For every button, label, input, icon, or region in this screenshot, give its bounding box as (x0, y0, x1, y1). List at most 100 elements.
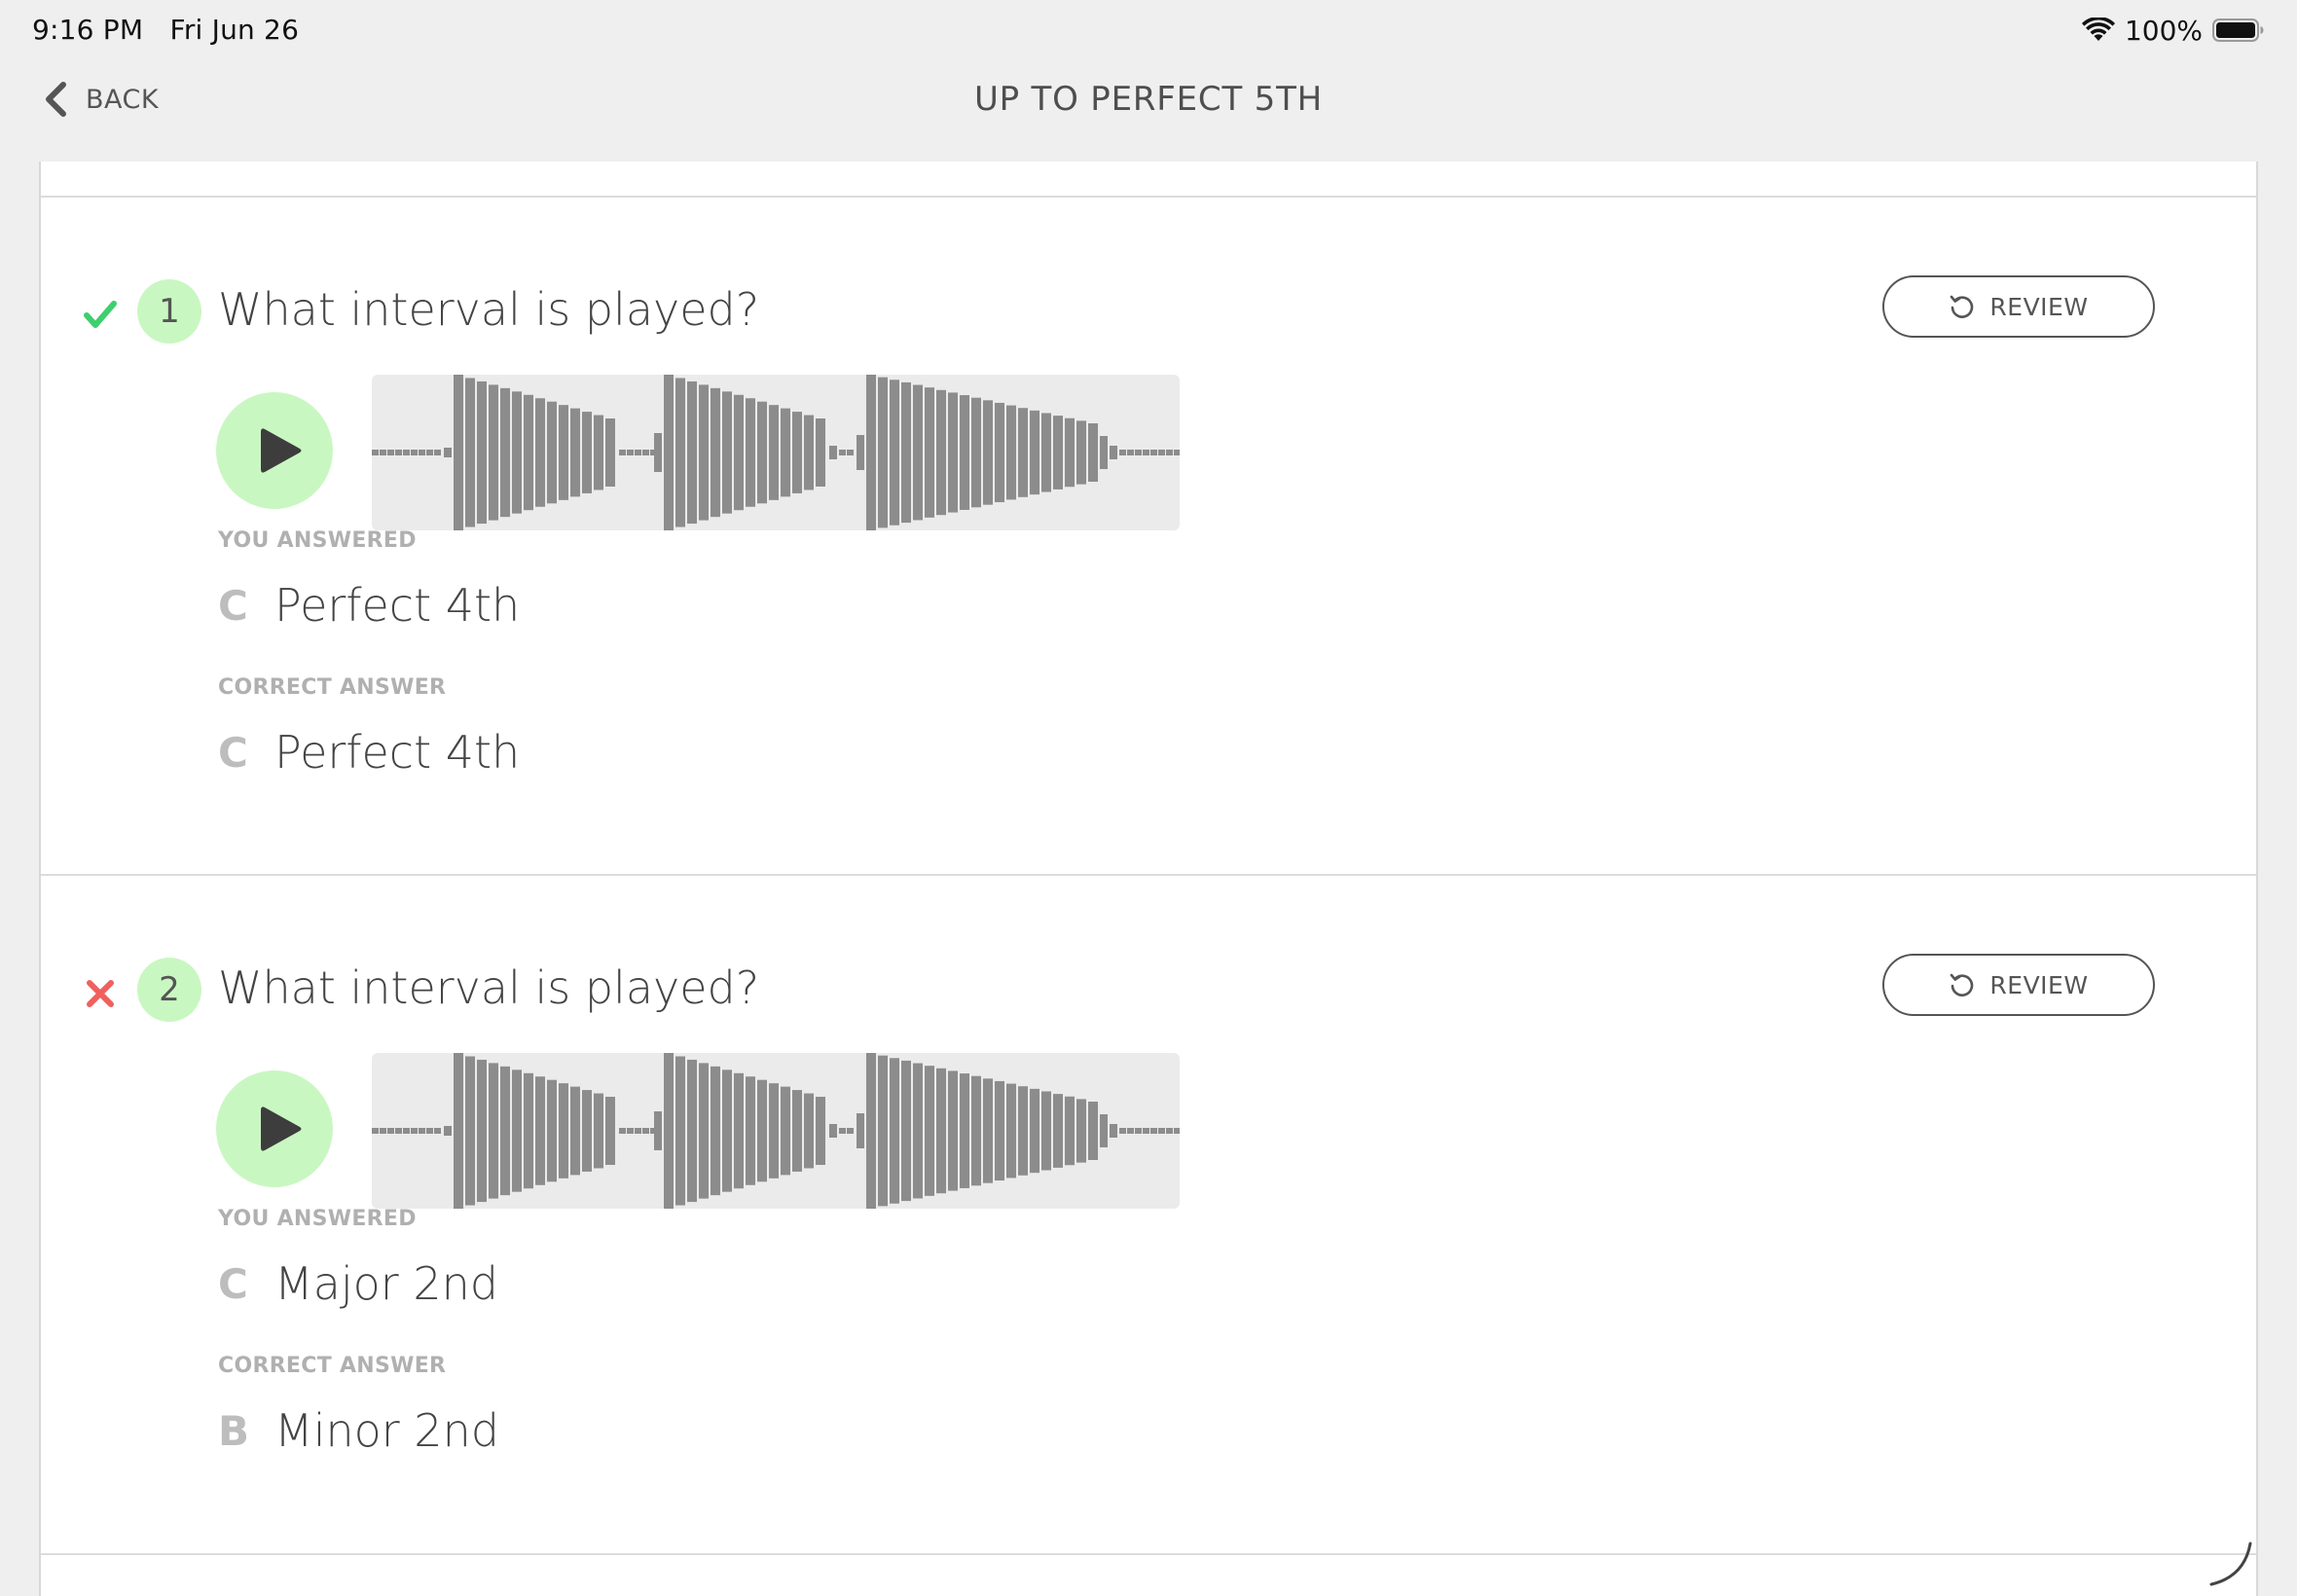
waveform-bar (878, 1055, 888, 1207)
cross-icon (87, 980, 114, 1007)
waveform-bar (524, 394, 533, 511)
waveform-bar (936, 1068, 946, 1194)
waveform-bar (1100, 1114, 1108, 1147)
waveform-bar (1065, 417, 1075, 488)
waveform-bar (570, 408, 580, 497)
waveform-bar (642, 1128, 649, 1134)
waveform-bar (1076, 1099, 1086, 1163)
you-answered-row: C Perfect 4th (218, 576, 520, 635)
waveform-bar (395, 1128, 402, 1134)
you-answered-label: YOU ANSWERED (218, 528, 417, 553)
waveform-bar (1018, 1086, 1028, 1176)
waveform-bar (792, 412, 802, 493)
waveform-bar (465, 378, 475, 527)
waveform-bar (857, 1113, 864, 1148)
waveform-bar (434, 450, 441, 455)
question-text: What interval is played? (218, 283, 760, 336)
waveform-bar (547, 401, 557, 504)
waveform-bar (1053, 1094, 1063, 1168)
waveform-bar (512, 1070, 522, 1192)
waveform-bar (1041, 1091, 1051, 1171)
you-answered-row: C Major 2nd (218, 1254, 498, 1313)
waveform-bar (380, 1128, 386, 1134)
waveform-bar (675, 378, 685, 527)
status-bar: 9:16 PM Fri Jun 26 100% (0, 0, 2297, 60)
waveform-bar (971, 1075, 981, 1186)
waveform-bar (769, 405, 779, 500)
review-label: REVIEW (1989, 970, 2089, 999)
waveform-bar (372, 450, 379, 455)
audio-waveform[interactable] (372, 1053, 1180, 1209)
waveform-bar (804, 1093, 814, 1169)
waveform-bar (948, 392, 958, 513)
answer-text: Perfect 4th (274, 579, 521, 632)
waveform-bar (866, 375, 876, 530)
waveform-bar (1053, 416, 1063, 490)
waveform-bar (535, 398, 545, 507)
waveform-bar (387, 1128, 394, 1134)
waveform-bar (1119, 450, 1126, 455)
waveform-bar (559, 405, 568, 500)
waveform-bar (582, 412, 592, 493)
waveform-bar (411, 1128, 418, 1134)
waveform-bar (535, 1076, 545, 1185)
waveform-bar (434, 1128, 441, 1134)
waveform-bar (1158, 1128, 1165, 1134)
resize-handle-icon[interactable] (2206, 1540, 2254, 1588)
waveform-bar (847, 450, 854, 455)
review-button[interactable]: REVIEW (1882, 275, 2155, 338)
waveform-bar (1018, 408, 1028, 497)
replay-icon (1951, 973, 1974, 997)
waveform-bar (816, 1097, 825, 1165)
waveform-bar (444, 448, 452, 457)
question-card: 1 What interval is played? REVIEW YOU AN… (41, 198, 2256, 875)
waveform-bar (901, 381, 911, 524)
review-button[interactable]: REVIEW (1882, 954, 2155, 1016)
waveform-bar (866, 1053, 876, 1209)
review-label: REVIEW (1989, 292, 2089, 321)
question-number-badge: 2 (137, 958, 201, 1022)
waveform-bar (722, 391, 732, 514)
waveform-bar (426, 450, 433, 455)
play-button[interactable] (216, 392, 333, 509)
waveform-bar (500, 1066, 510, 1196)
waveform-bar (699, 1063, 709, 1199)
chevron-left-icon (46, 82, 66, 117)
waveform-bar (664, 375, 674, 530)
back-button[interactable]: BACK (43, 70, 159, 128)
play-icon (261, 1106, 302, 1151)
waveform-bar (839, 1128, 846, 1134)
waveform-bar (605, 418, 615, 487)
question-text: What interval is played? (218, 961, 760, 1014)
audio-waveform[interactable] (372, 375, 1180, 530)
waveform-bar (675, 1056, 685, 1206)
waveform-bar (983, 1078, 993, 1183)
waveform-bar (1135, 450, 1142, 455)
waveform-bar (781, 1086, 790, 1176)
results-list[interactable]: 1 What interval is played? REVIEW YOU AN… (39, 162, 2258, 1596)
waveform-bar (1150, 1128, 1157, 1134)
waveform-bar (1127, 1128, 1134, 1134)
correct-answer-row: B Minor 2nd (218, 1401, 499, 1460)
waveform-bar (419, 1128, 425, 1134)
waveform-bar (1041, 413, 1051, 492)
waveform-bar (477, 381, 487, 525)
waveform-bar (995, 1080, 1004, 1181)
waveform-bar (1143, 450, 1149, 455)
waveform-bar (1088, 1102, 1098, 1160)
waveform-bar (1158, 450, 1165, 455)
waveform-bar (594, 415, 603, 490)
waveform-bar (925, 1066, 934, 1196)
waveform-bar (594, 1093, 603, 1169)
play-button[interactable] (216, 1070, 333, 1187)
waveform-bar (890, 380, 899, 526)
waveform-bar (642, 450, 649, 455)
waveform-bar (711, 1066, 720, 1196)
correct-answer-row: C Perfect 4th (218, 723, 520, 781)
answer-letter: C (218, 581, 248, 630)
waveform-bar (890, 1058, 899, 1204)
waveform-bar (403, 1128, 410, 1134)
waveform-bar (619, 450, 626, 455)
answer-text: Perfect 4th (274, 726, 521, 779)
waveform-bar (1030, 1088, 1039, 1174)
